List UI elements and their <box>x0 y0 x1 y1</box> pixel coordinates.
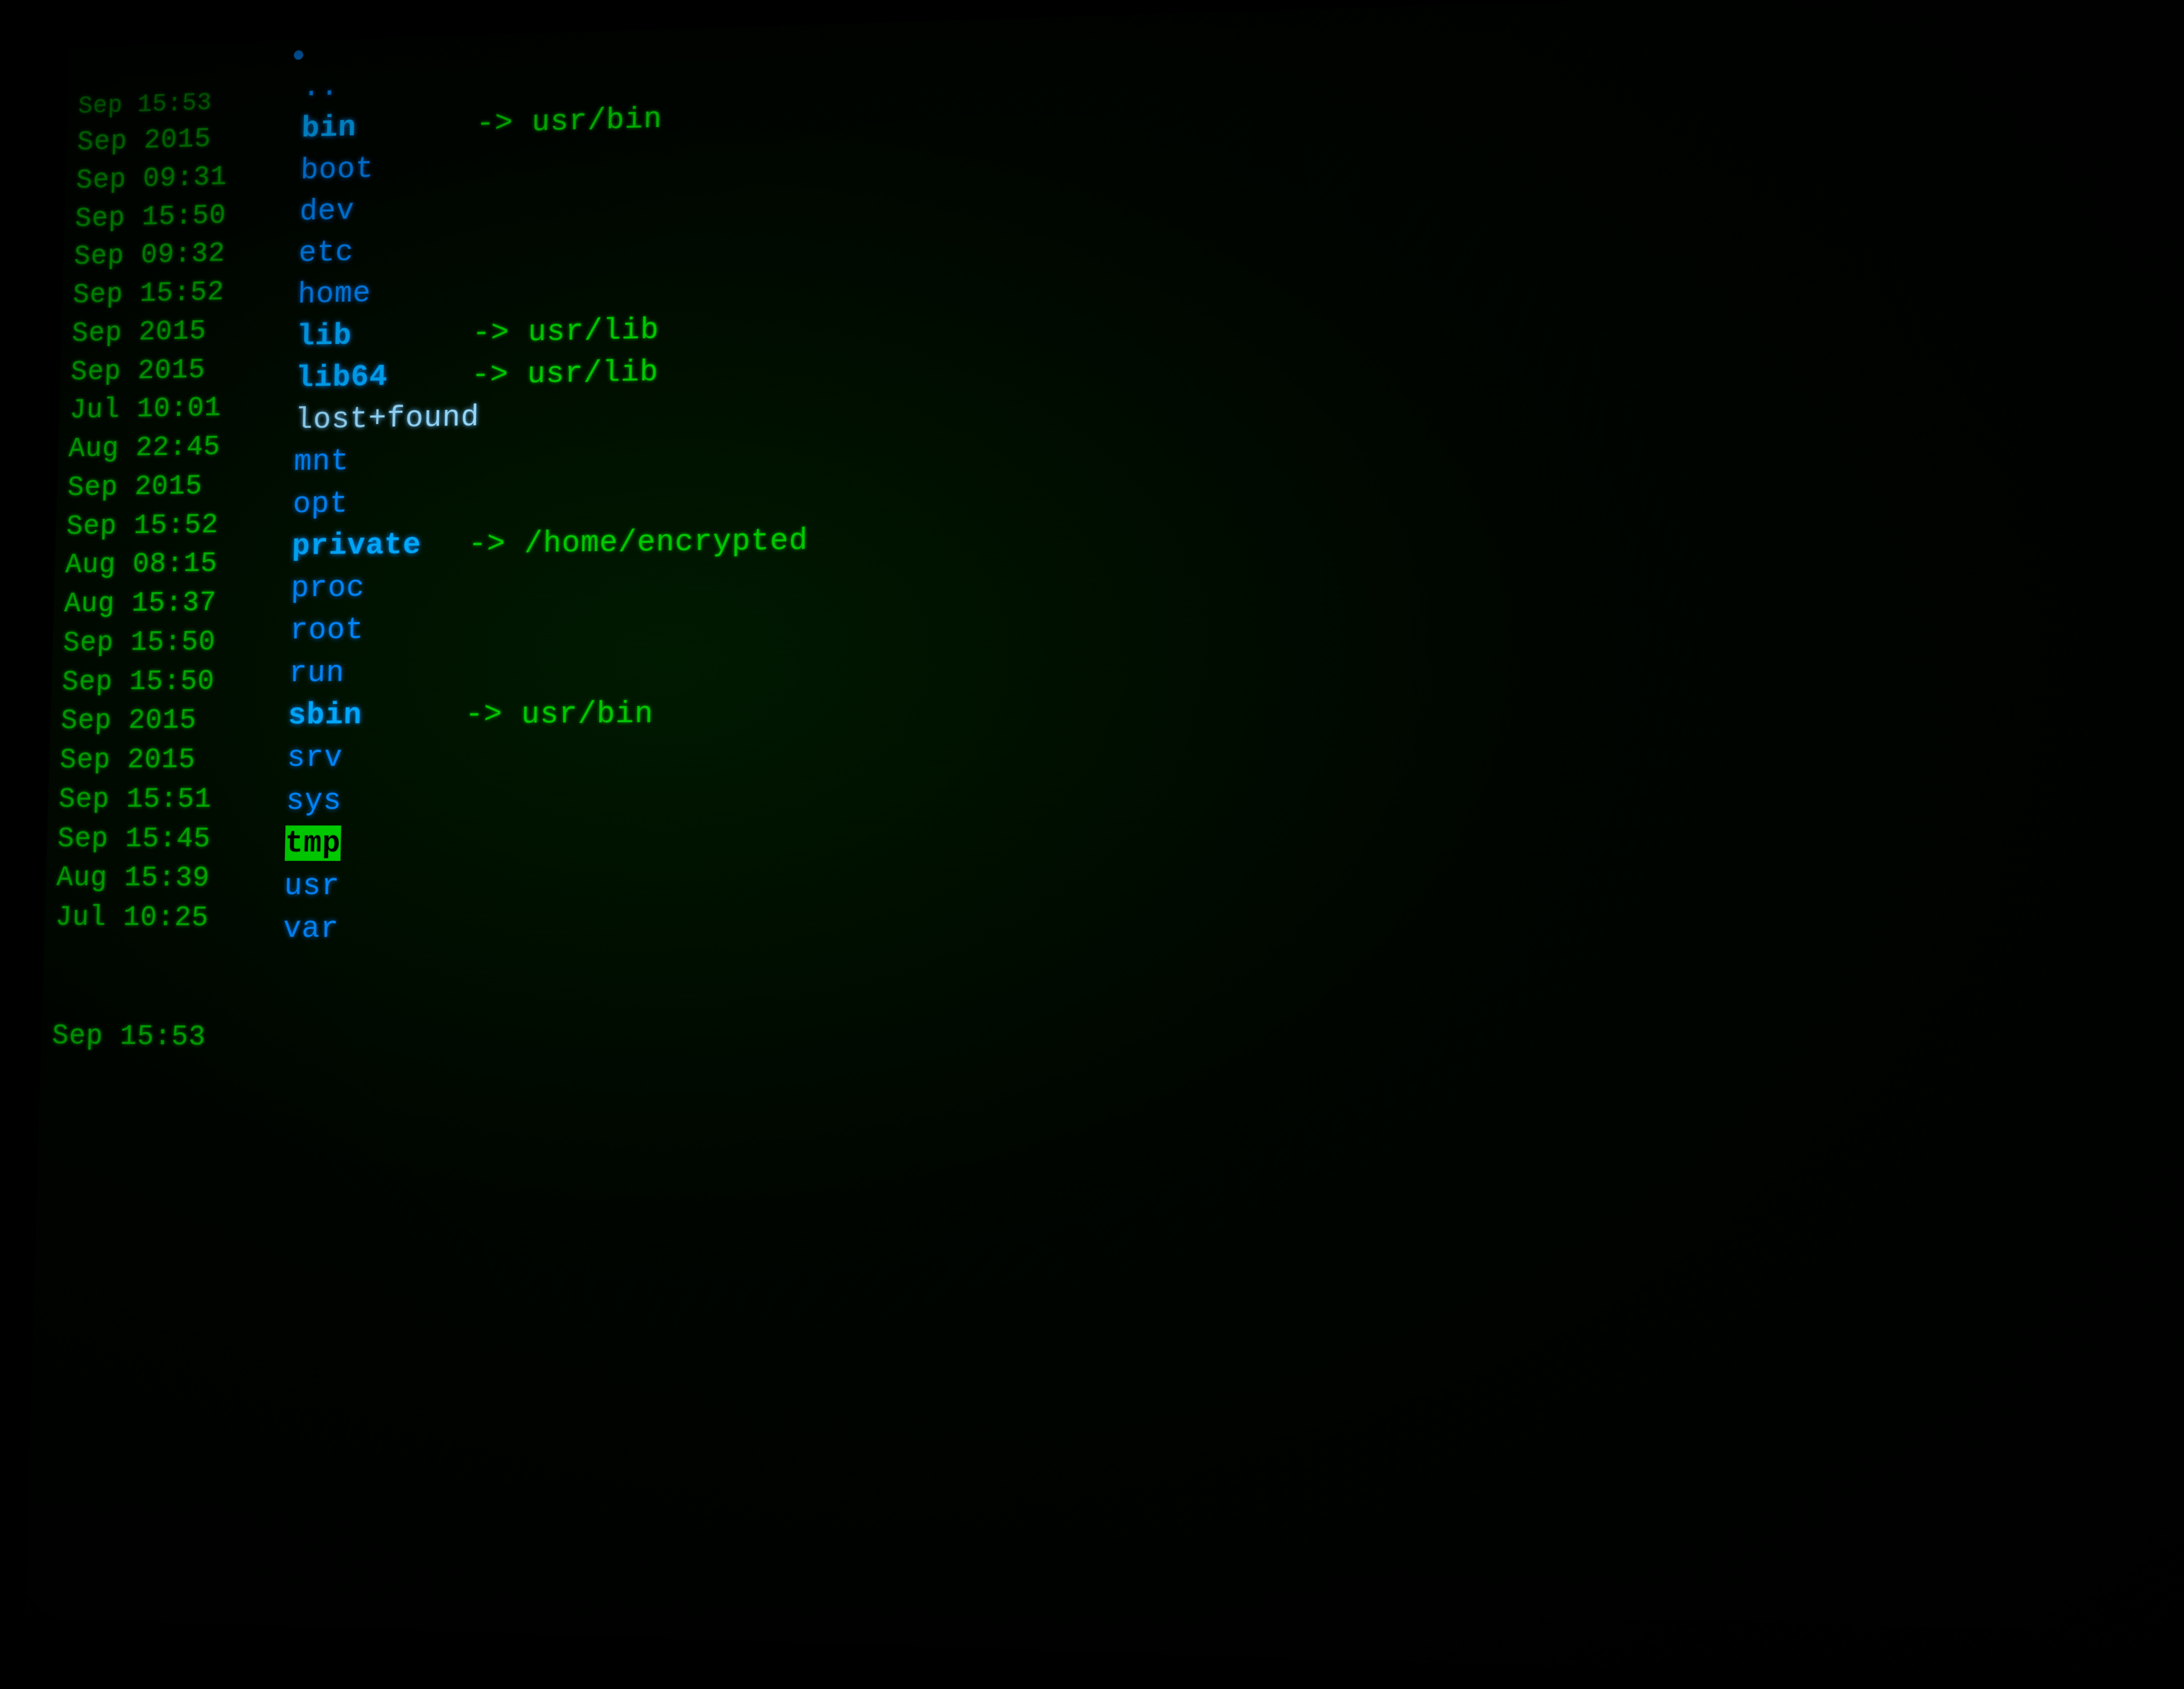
list-item: Aug 15:37 <box>64 583 286 624</box>
dir-entry-proc: proc <box>290 565 484 609</box>
list-item: Sep 15:53 <box>51 1016 276 1058</box>
link-row-private: -> /home/encrypted <box>468 516 1131 566</box>
dir-entry-home: home <box>297 270 490 316</box>
left-column: Sep 15:53 Sep 2015 Sep 09:31 Sep 15:50 S… <box>25 41 298 1626</box>
dir-entry-sbin: sbin <box>288 693 482 737</box>
dir-entry-lib: lib <box>296 312 489 358</box>
dir-entry-run: run <box>289 650 483 694</box>
terminal-screen: Sep 15:53 Sep 2015 Sep 09:31 Sep 15:50 S… <box>25 0 2184 1689</box>
dir-entry-bin: bin <box>301 103 493 150</box>
list-item: Sep 15:52 <box>72 272 293 314</box>
link-row-proc <box>467 559 1131 608</box>
list-item: Sep 2015 <box>60 701 283 741</box>
list-item: Sep 09:31 <box>76 156 296 200</box>
link-row-sys <box>463 778 1130 822</box>
dir-entry-var: var <box>282 907 478 951</box>
list-item: Sep 15:50 <box>62 661 284 702</box>
list-item: Sep 2015 <box>70 349 291 392</box>
list-item: Sep 15:53 <box>78 84 297 124</box>
list-item: Sep 15:52 <box>66 504 288 546</box>
list-item: Sep 15:50 <box>63 622 285 662</box>
list-item: Sep 09:32 <box>74 233 294 276</box>
dir-entry-mnt: mnt <box>293 438 486 483</box>
list-item: Aug 22:45 <box>68 427 289 469</box>
link-row-sbin: -> usr/bin <box>465 690 1130 737</box>
dir-entry-srv: srv <box>286 736 481 779</box>
list-item: Sep 15:51 <box>58 779 281 819</box>
list-item <box>54 938 277 979</box>
link-row-run <box>466 646 1131 693</box>
list-item <box>53 977 277 1018</box>
dir-entry-dev: dev <box>299 187 491 233</box>
link-row-usr <box>462 865 1130 911</box>
dir-entry-private: private <box>292 523 485 568</box>
list-item: Sep 2015 <box>67 466 288 507</box>
dir-entry-tmp: tmp <box>285 822 479 865</box>
link-row-var <box>461 908 1129 955</box>
dir-entry-opt: opt <box>292 480 486 525</box>
dir-entry-lib64: lib64 <box>296 354 489 399</box>
link-row-srv <box>464 734 1131 779</box>
link-row-opt <box>469 472 1131 523</box>
list-item: Aug 08:15 <box>65 544 287 585</box>
list-item: Aug 15:39 <box>56 859 280 899</box>
dir-entry-root: root <box>289 608 483 652</box>
link-row-root <box>466 603 1131 650</box>
list-item: Jul 10:25 <box>55 898 278 939</box>
dir-entry-etc: etc <box>298 228 491 274</box>
dir-entry-lost-found: lost+found <box>294 396 487 441</box>
list-item: Jul 10:01 <box>69 388 290 430</box>
list-item: Sep 2015 <box>71 310 292 353</box>
list-item: Sep 2015 <box>59 740 282 780</box>
dir-entry-boot: boot <box>300 145 492 191</box>
list-item: Sep 15:45 <box>57 819 280 859</box>
list-item: Sep 2015 <box>76 118 296 161</box>
dir-entry-usr: usr <box>284 864 478 908</box>
dir-entry-sys: sys <box>285 779 480 822</box>
right-column: -> usr/bin -> usr/lib -> usr/lib -> /hom… <box>448 15 1133 1653</box>
dir-entry-dotdot: .. <box>302 62 493 108</box>
link-row-tmp <box>462 822 1130 867</box>
list-item: Sep 15:50 <box>75 195 295 238</box>
